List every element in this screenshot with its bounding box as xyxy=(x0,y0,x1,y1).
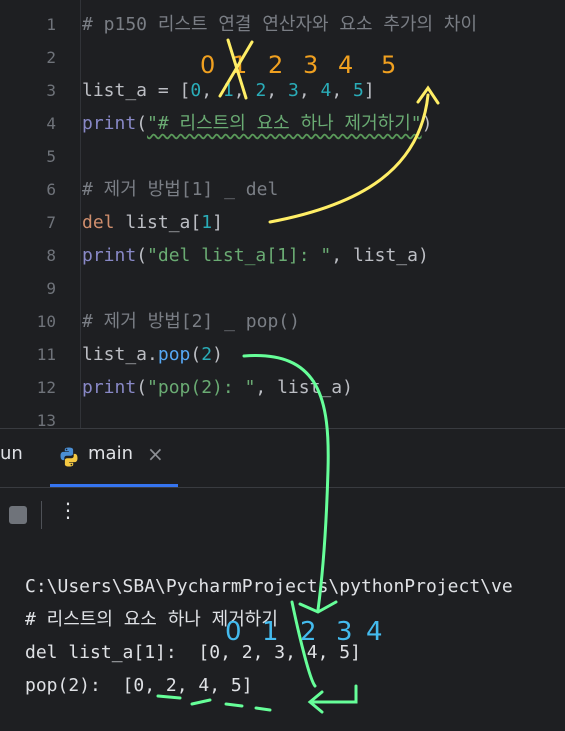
tab-main-label: main xyxy=(88,443,133,464)
code-text: list_a[ xyxy=(114,212,202,233)
line-number: 6 xyxy=(46,180,56,199)
code-number: 2 xyxy=(255,80,267,101)
code-text: list_a = [ xyxy=(82,80,191,101)
code-line-6[interactable]: # 제거 방법[1] _ del xyxy=(82,173,278,206)
line-number: 5 xyxy=(46,147,56,166)
console-output-line: # 리스트의 요소 하나 제거하기 xyxy=(25,609,278,630)
keyword-del: del xyxy=(82,212,115,233)
code-number: 0 xyxy=(190,80,202,101)
builtin-print: print xyxy=(82,377,137,398)
code-line-10[interactable]: # 제거 방법[2] _ pop() xyxy=(82,305,300,338)
console-output-line: C:\Users\SBA\PycharmProjects\pythonProje… xyxy=(25,576,513,597)
code-line-4[interactable]: print("# 리스트의 요소 하나 제거하기") xyxy=(82,107,432,140)
builtin-print: print xyxy=(82,245,137,266)
code-number: 1 xyxy=(201,212,213,233)
code-line-8[interactable]: print("del list_a[1]: ", list_a) xyxy=(82,239,429,272)
line-number: 1 xyxy=(46,15,56,34)
code-text: , list_a) xyxy=(331,245,429,266)
code-line-3[interactable]: list_a = [0, 1, 2, 3, 4, 5] xyxy=(82,74,375,107)
stop-icon[interactable] xyxy=(9,506,27,524)
code-number: 3 xyxy=(287,80,299,101)
run-tool-label[interactable]: un xyxy=(0,443,23,464)
console-output-line: del list_a[1]: [0, 2, 3, 4, 5] xyxy=(25,642,361,663)
builtin-print: print xyxy=(82,113,137,134)
line-number: 12 xyxy=(36,378,56,397)
code-text: , list_a) xyxy=(255,377,353,398)
code-line-1[interactable]: # p150 리스트 연결 연산자와 요소 추가의 차이 xyxy=(82,8,477,41)
string-literal: "# 리스트의 요소 하나 제거하기" xyxy=(147,113,422,134)
code-number: 5 xyxy=(353,80,364,101)
line-number: 3 xyxy=(46,81,56,100)
code-text: list_a. xyxy=(82,344,158,365)
string-literal: "del list_a[1]: " xyxy=(147,245,332,266)
close-icon[interactable]: × xyxy=(147,442,164,466)
run-toolbar: ⋮ xyxy=(0,488,565,538)
line-number: 9 xyxy=(46,279,56,298)
code-text: ] xyxy=(212,212,223,233)
code-line-11[interactable]: list_a.pop(2) xyxy=(82,338,223,371)
code-number: 4 xyxy=(320,80,332,101)
code-number: 2 xyxy=(201,344,213,365)
code-text: ] xyxy=(363,80,375,101)
toolbar-divider xyxy=(41,501,42,529)
line-number: 2 xyxy=(46,48,56,67)
line-number: 8 xyxy=(46,246,56,265)
code-line-7[interactable]: del list_a[1] xyxy=(82,206,223,239)
more-options-icon[interactable]: ⋮ xyxy=(58,498,78,522)
code-line-12[interactable]: print("pop(2): ", list_a) xyxy=(82,371,353,404)
line-number: 11 xyxy=(36,345,56,364)
run-tool-window: un main × ⋮ C:\Users\SBA\PycharmProjects… xyxy=(0,428,565,731)
run-tab-bar: un main × xyxy=(0,429,565,488)
console-output-line: pop(2): [0, 2, 4, 5] xyxy=(25,675,253,696)
python-icon xyxy=(60,447,78,467)
line-number: 7 xyxy=(46,213,56,232)
method-pop: pop xyxy=(157,344,191,365)
line-number: 10 xyxy=(36,312,56,331)
code-number: 1 xyxy=(222,80,234,101)
tab-main[interactable]: main × xyxy=(50,429,178,487)
code-editor[interactable]: 1 2 3 4 5 6 7 8 9 10 11 12 13 # p150 리스트… xyxy=(0,0,565,430)
line-number: 4 xyxy=(46,114,56,133)
string-literal: "pop(2): " xyxy=(147,377,256,398)
